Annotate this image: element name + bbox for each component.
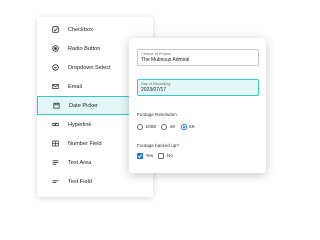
- field-type-label: Email: [68, 83, 82, 90]
- radio-option-label: 6K: [189, 124, 195, 130]
- field-type-label: Text Area: [68, 159, 92, 166]
- recording-date-field[interactable]: Day of Recording 2023/07/17: [137, 79, 259, 96]
- checkbox-option-yes[interactable]: Yes: [137, 153, 153, 159]
- project-name-field[interactable]: * Name of Project The Mutinous Admiral: [137, 49, 259, 66]
- checkbox-option-label: No: [166, 153, 173, 159]
- radio-option-label: 4K: [169, 124, 176, 130]
- project-name-value: The Mutinous Admiral: [141, 57, 190, 63]
- backed-up-checkbox-group: Yes No: [137, 153, 178, 159]
- recording-date-value: 2023/07/17: [141, 87, 167, 93]
- field-type-checkbox[interactable]: Checkbox: [37, 20, 153, 39]
- checkbox-option-label: Yes: [145, 153, 154, 159]
- checkbox-icon: [51, 25, 60, 34]
- resolution-radio-group: 1080 4K 6K: [137, 124, 200, 130]
- field-type-label: Hyperlink: [68, 121, 92, 128]
- field-type-label: Dropdown Select: [68, 64, 111, 71]
- number-field-icon: [51, 139, 60, 148]
- field-type-label: Number Field: [68, 140, 102, 147]
- dropdown-select-icon: [51, 63, 60, 72]
- calendar-icon: [52, 101, 61, 110]
- radio-button-icon: [51, 44, 60, 53]
- field-type-label: Text Field: [68, 178, 92, 185]
- backed-up-label: Footage backed up?: [137, 143, 179, 148]
- field-type-label: Checkbox: [68, 26, 93, 33]
- radio-option-1080[interactable]: 1080: [137, 124, 156, 130]
- form-preview-card: * Name of Project The Mutinous Admiral D…: [129, 38, 266, 173]
- form-builder-preview: Checkbox Radio Button Dropdown Select Em…: [0, 0, 300, 213]
- radio-option-label: 1080: [145, 124, 157, 130]
- radio-option-4k[interactable]: 4K: [161, 124, 176, 130]
- email-icon: [51, 82, 60, 91]
- text-field-icon: [51, 177, 60, 186]
- checkbox-icon: [158, 153, 165, 159]
- radio-selected-icon: [180, 124, 187, 130]
- radio-icon: [137, 124, 143, 130]
- radio-icon: [161, 124, 168, 130]
- radio-option-6k[interactable]: 6K: [180, 124, 195, 130]
- field-type-text-field[interactable]: Text Field: [37, 172, 153, 191]
- link-icon: [51, 120, 60, 129]
- field-type-label: Date Picker: [69, 102, 98, 109]
- checkbox-option-no[interactable]: No: [158, 153, 173, 159]
- resolution-label: Footage Resolution: [137, 112, 177, 117]
- text-area-icon: [51, 158, 60, 167]
- checkbox-checked-icon: [137, 153, 143, 159]
- field-type-label: Radio Button: [68, 45, 101, 52]
